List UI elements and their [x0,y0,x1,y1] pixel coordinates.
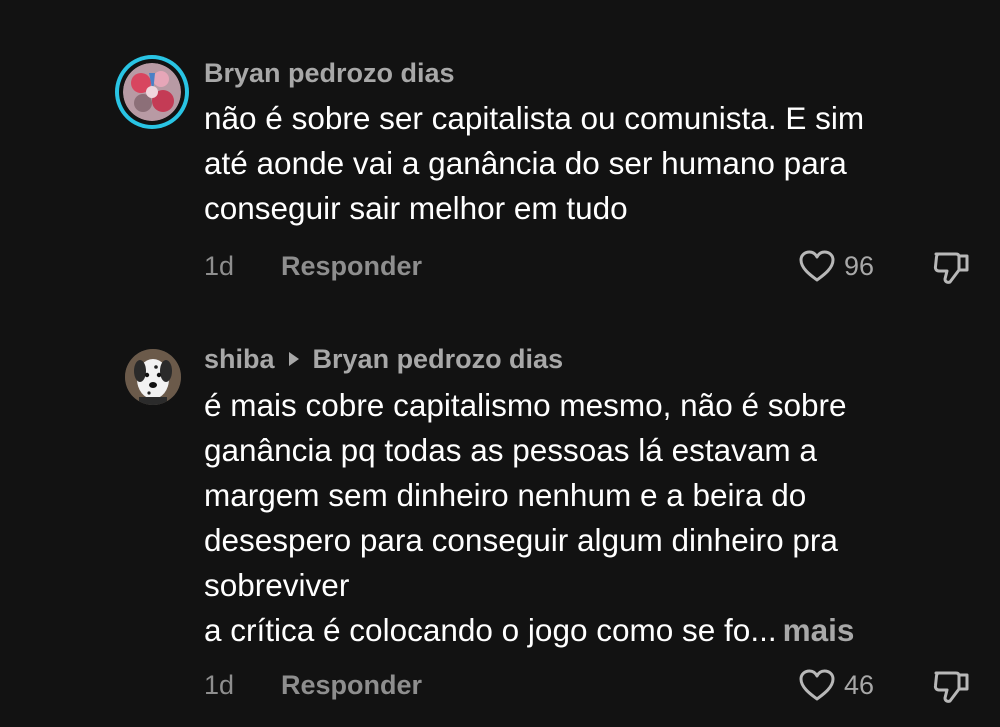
comment-author-line: shiba Bryan pedrozo dias [204,343,563,375]
reply-to-arrow-icon [288,352,299,366]
comment-text-line-truncated: a crítica é colocando o jogo como se fo.… [204,608,964,653]
comment-actions: 1d Responder 46 [0,665,1000,705]
comment-text-fragment: a crítica é colocando o jogo como se fo.… [204,612,777,648]
more-link[interactable]: mais [783,612,855,648]
comment-text: não é sobre ser capitalista ou comunista… [204,96,964,231]
reply-button[interactable]: Responder [281,246,422,286]
thumbs-down-icon [933,671,969,703]
comment-text-line: ganância pq todas as pessoas lá estavam … [204,432,817,468]
comment-text-line: desespero para conseguir algum dinheiro … [204,522,838,558]
reply-to-name[interactable]: Bryan pedrozo dias [313,343,564,375]
comment-text-line: sobreviver [204,567,350,603]
comment-time: 1d [204,670,235,700]
thumbs-down-icon [933,252,969,284]
like-button[interactable]: 46 [798,665,874,705]
heart-outline-icon [799,669,835,701]
author-name[interactable]: shiba [204,343,275,375]
comment-text-line: é mais cobre capitalismo mesmo, não é so… [204,387,847,423]
comment-time: 1d [204,251,235,281]
avatar[interactable] [125,349,181,405]
dislike-button[interactable] [932,248,970,291]
like-count: 96 [844,250,875,281]
comment-actions: 1d Responder 96 [0,246,1000,286]
comment-author-line: Bryan pedrozo dias [204,57,455,89]
comment-text-line: margem sem dinheiro nenhum e a beira do [204,477,807,513]
avatar[interactable] [115,55,189,129]
comment-text: é mais cobre capitalismo mesmo, não é so… [204,383,964,653]
dog-profile-photo-icon [125,349,181,405]
comment-text-line: não é sobre ser capitalista ou comunista… [204,100,865,136]
heart-outline-icon [799,250,835,282]
like-count: 46 [844,669,875,700]
comment-text-line: até aonde vai a ganância do ser humano p… [204,145,847,181]
reply-button[interactable]: Responder [281,665,422,705]
dislike-button[interactable] [932,667,970,710]
profile-photo-icon [123,63,181,121]
author-name[interactable]: Bryan pedrozo dias [204,57,455,89]
like-button[interactable]: 96 [798,246,874,286]
comment-text-line: conseguir sair melhor em tudo [204,190,628,226]
